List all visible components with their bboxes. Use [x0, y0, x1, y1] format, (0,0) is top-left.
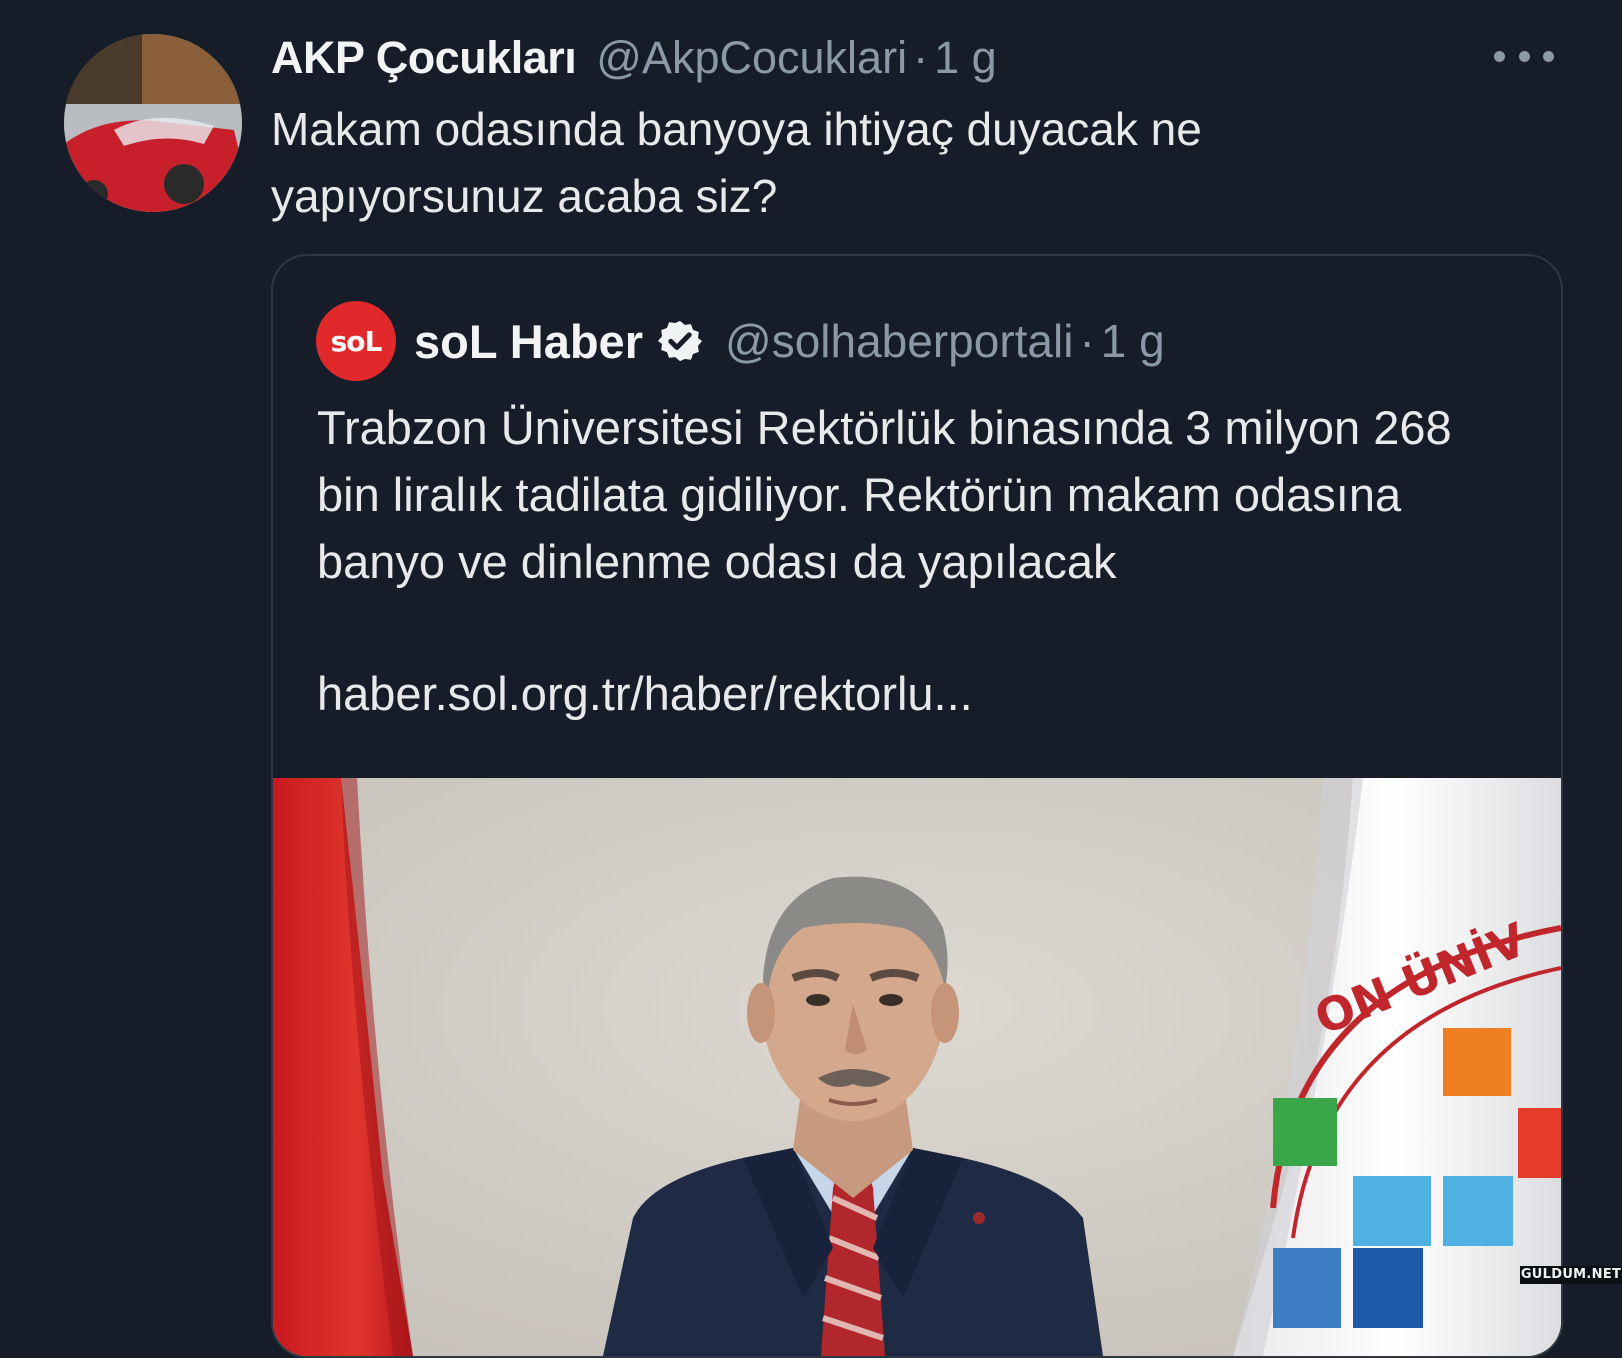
watermark: GULDUM.NET: [1520, 1266, 1622, 1284]
verified-badge-icon: [657, 320, 703, 362]
author-avatar[interactable]: [64, 34, 242, 212]
tweet-time[interactable]: 1 g: [934, 32, 997, 84]
quoted-author-avatar[interactable]: soL: [316, 301, 396, 381]
quoted-tweet-text: Trabzon Üniversitesi Rektörlük binasında…: [317, 401, 1452, 588]
sol-logo: soL: [330, 324, 383, 358]
author-handle[interactable]: @AkpCocuklari: [596, 32, 907, 84]
more-dot: [1494, 50, 1505, 62]
quoted-tweet-time[interactable]: 1 g: [1101, 314, 1165, 368]
quoted-header-separator: ·: [1079, 315, 1095, 367]
more-dot: [1543, 50, 1554, 62]
header-separator: ·: [913, 32, 929, 83]
quoted-tweet-header: soL Haber @solhaberportali · 1 g: [414, 308, 1165, 374]
more-icon[interactable]: [1494, 48, 1554, 64]
quoted-author-name[interactable]: soL Haber: [414, 314, 643, 369]
tweet-text: Makam odasında banyoya ihtiyaç duyacak n…: [271, 103, 1202, 222]
quoted-author-handle[interactable]: @solhaberportali: [725, 314, 1073, 368]
avatar-image: [64, 34, 242, 212]
quoted-tweet-link[interactable]: haber.sol.org.tr/haber/rektorlu...: [317, 660, 973, 727]
quoted-tweet-card[interactable]: soL soL Haber @solhaberportali · 1 g Tra…: [271, 254, 1563, 1358]
more-dot: [1518, 50, 1530, 62]
quoted-tweet-photo[interactable]: ON ÜNİV: [273, 778, 1561, 1356]
author-name[interactable]: AKP Çocukları: [271, 32, 577, 84]
tweet-header: AKP Çocukları @AkpCocuklari · 1 g: [271, 28, 997, 88]
portrait-photo: ON ÜNİV: [273, 778, 1561, 1356]
